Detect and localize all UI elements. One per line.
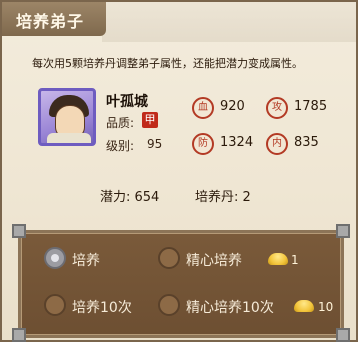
- hp-stat-value: 920: [220, 99, 245, 114]
- option-careful-train-10-label[interactable]: 精心培养10次: [186, 297, 274, 317]
- header-mountain-decoration: [102, 2, 356, 42]
- gold-ingot-icon: [294, 300, 314, 312]
- header-tab: 培养弟子: [2, 2, 106, 36]
- careful-train-cost: 1: [291, 253, 299, 267]
- attack-stat-icon: 攻: [266, 97, 288, 119]
- attack-stat-value: 1785: [294, 99, 328, 114]
- training-options-panel: [18, 230, 344, 338]
- inner-stat-icon: 内: [266, 133, 288, 155]
- quality-label: 品质:: [106, 116, 135, 130]
- panel-corner-top-right: [336, 224, 350, 238]
- panel-corner-bottom-right: [336, 328, 350, 342]
- hp-stat-icon: 血: [192, 97, 214, 119]
- option-train-10-label[interactable]: 培养10次: [72, 297, 132, 317]
- description-text: 每次用5颗培养丹调整弟子属性，还能把潜力变成属性。: [32, 57, 303, 70]
- panel-corner-bottom-left: [12, 328, 26, 342]
- option-train-label[interactable]: 培养: [72, 250, 100, 270]
- level-value: 95: [147, 137, 163, 151]
- window-title: 培养弟子: [16, 12, 85, 31]
- level-label: 级别:: [106, 139, 135, 153]
- radio-train-10[interactable]: [44, 294, 66, 316]
- radio-careful-train-10[interactable]: [158, 294, 180, 316]
- gold-ingot-icon: [268, 253, 288, 265]
- careful-train-10-cost: 10: [318, 300, 334, 314]
- avatar-body: [47, 133, 91, 143]
- defense-stat-value: 1324: [220, 135, 254, 150]
- defense-stat-icon: 防: [192, 133, 214, 155]
- disciple-name: 叶孤城: [106, 94, 148, 110]
- option-careful-train-label[interactable]: 精心培养: [186, 250, 242, 270]
- quality-badge: 甲: [142, 112, 158, 128]
- train-disciple-window: 培养弟子 每次用5颗培养丹调整弟子属性，还能把潜力变成属性。 叶孤城 品质: 甲…: [0, 0, 358, 342]
- panel-corner-top-left: [12, 224, 26, 238]
- radio-careful-train[interactable]: [158, 247, 180, 269]
- inner-stat-value: 835: [294, 135, 319, 150]
- pill-count: 培养丹: 2: [195, 190, 251, 205]
- disciple-avatar: [38, 88, 96, 146]
- radio-train[interactable]: [44, 247, 66, 269]
- potential-value: 潜力: 654: [100, 190, 160, 205]
